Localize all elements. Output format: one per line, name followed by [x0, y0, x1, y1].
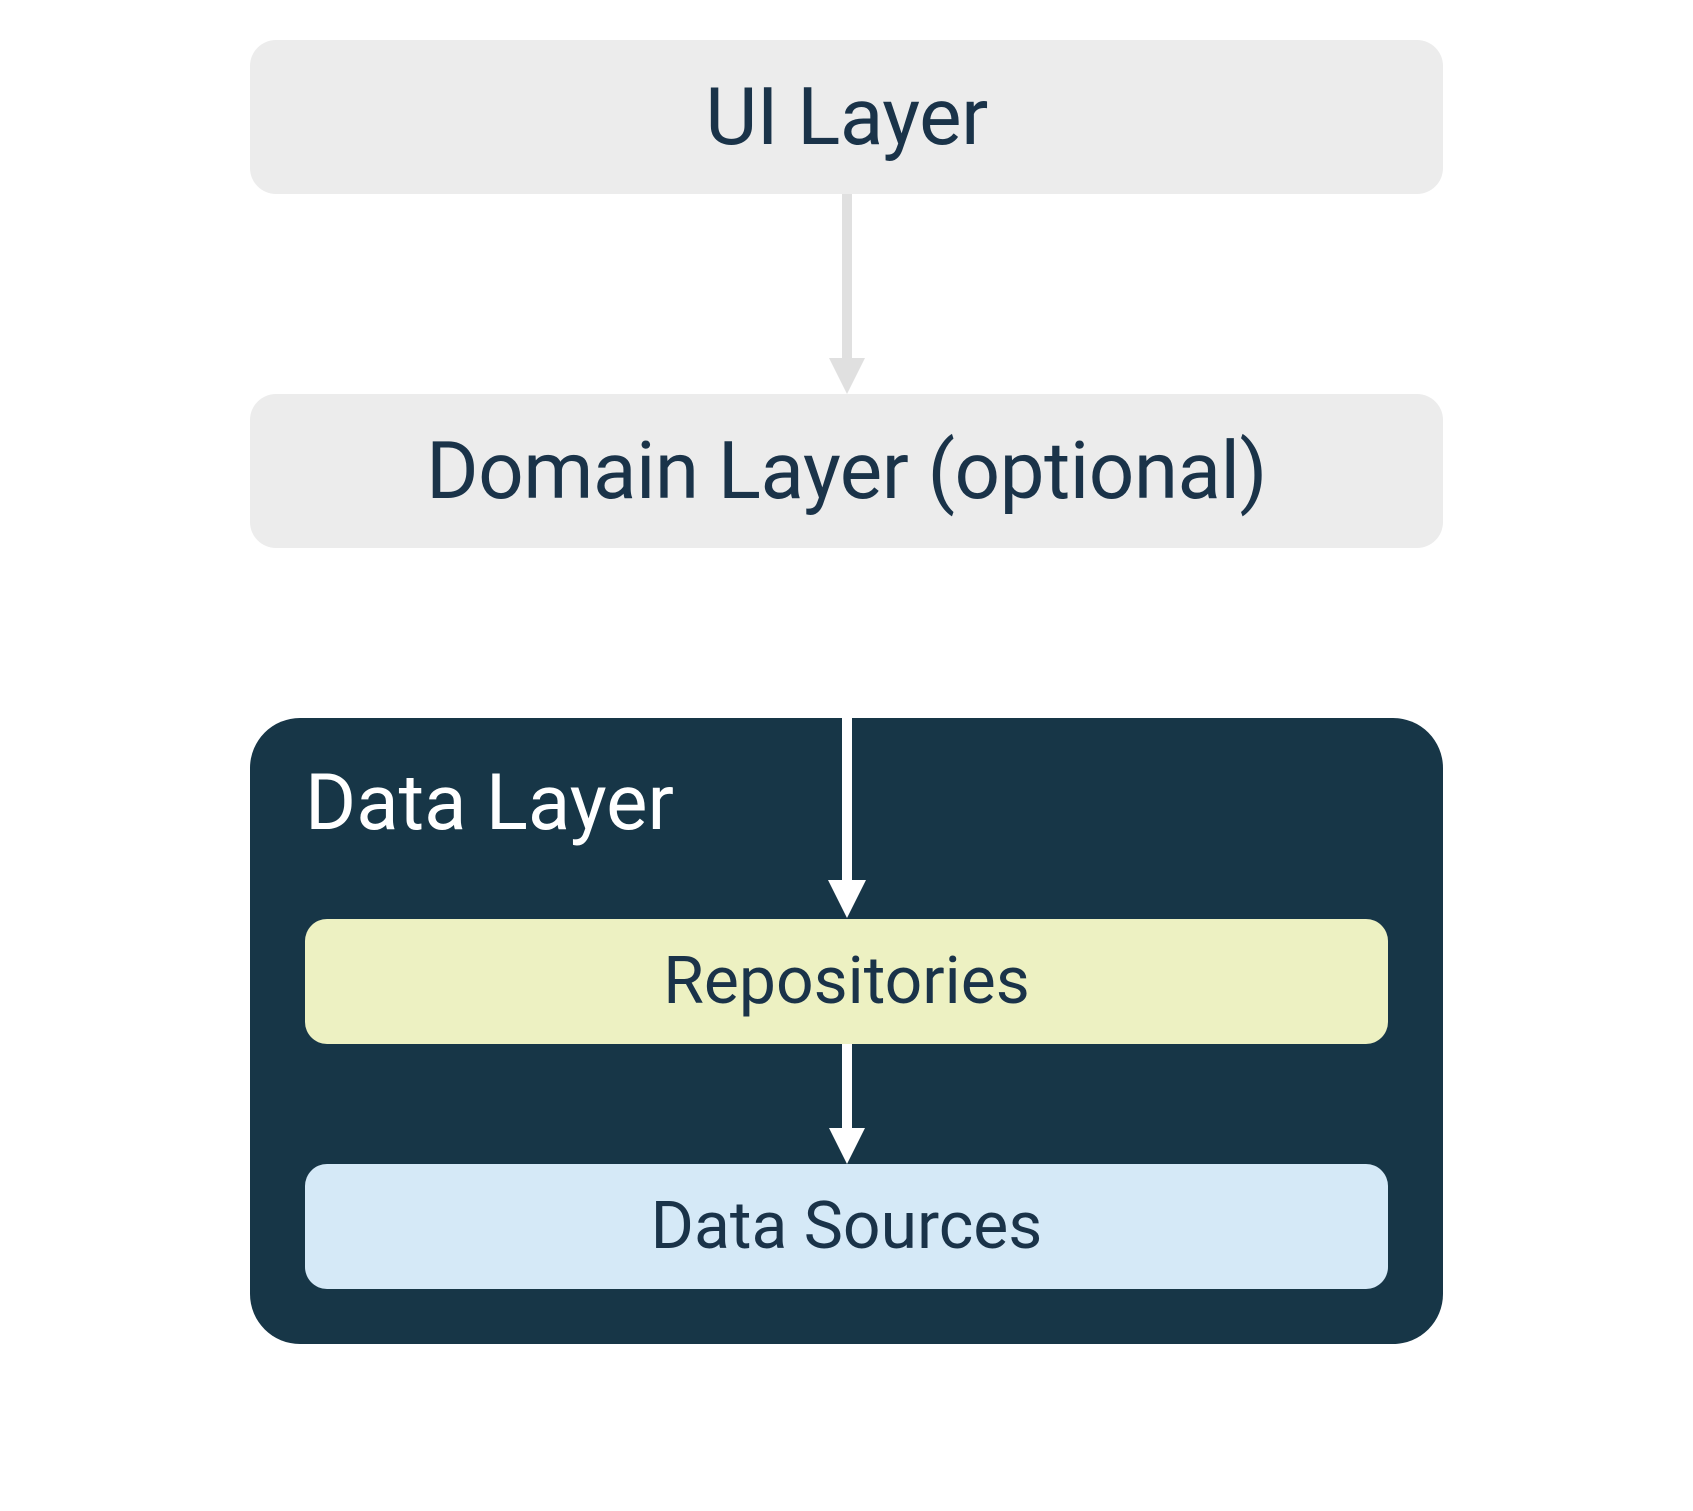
arrow-down-icon — [825, 1044, 869, 1164]
architecture-diagram: UI Layer Domain Layer (optional) Data La… — [250, 40, 1443, 1344]
arrow-ui-to-domain — [250, 194, 1443, 394]
domain-layer-box: Domain Layer (optional) — [250, 394, 1443, 548]
arrow-down-icon — [823, 194, 871, 394]
repositories-label: Repositories — [663, 943, 1030, 1020]
data-layer-container: Data Layer Repositories Data Sources — [250, 718, 1443, 1344]
arrow-down-icon — [823, 548, 871, 918]
domain-layer-label: Domain Layer (optional) — [426, 424, 1267, 518]
repositories-box: Repositories — [305, 919, 1388, 1044]
ui-layer-label: UI Layer — [705, 70, 987, 164]
arrow-repo-to-sources — [305, 1044, 1388, 1164]
data-sources-box: Data Sources — [305, 1164, 1388, 1289]
data-sources-label: Data Sources — [651, 1188, 1043, 1265]
ui-layer-box: UI Layer — [250, 40, 1443, 194]
